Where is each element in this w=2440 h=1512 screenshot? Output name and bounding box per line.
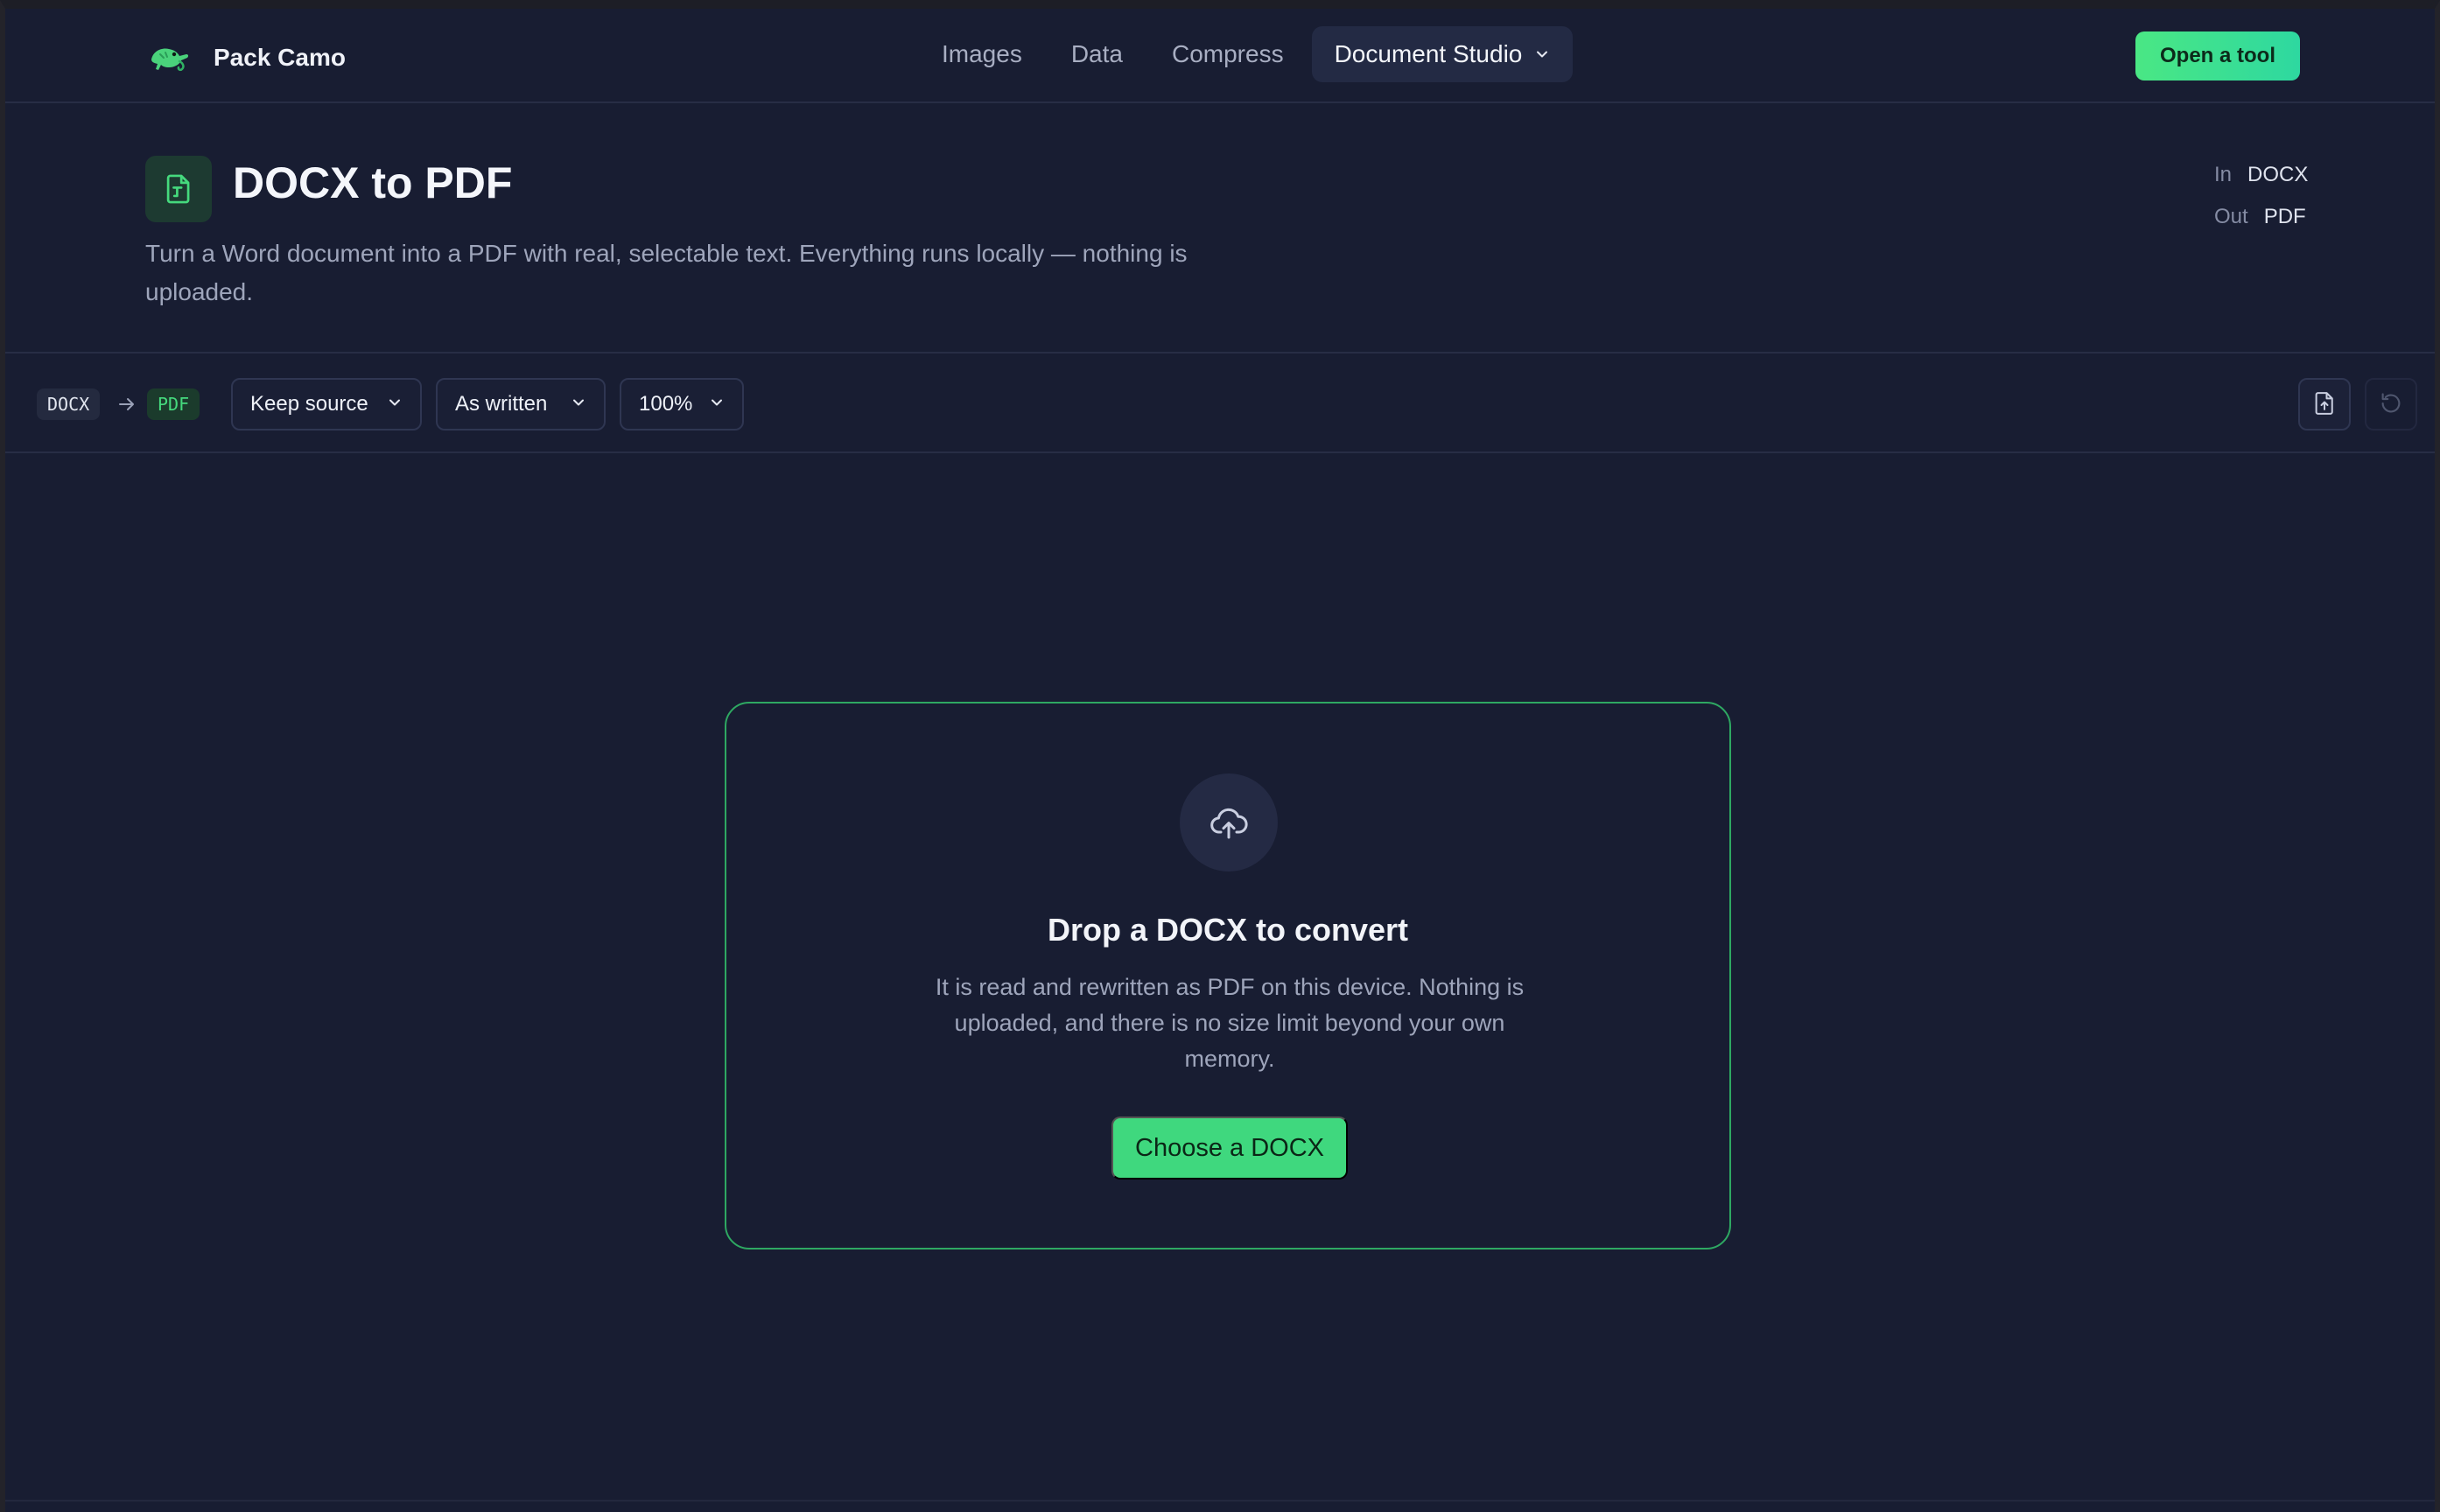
target-format-chip: PDF [147,388,200,420]
chevron-down-icon [387,392,403,416]
io-out-value: PDF [2263,205,2306,228]
nav-item-data[interactable]: Data [1047,26,1147,82]
nav-item-compress[interactable]: Compress [1147,26,1308,82]
layout-mode-select[interactable]: As written [436,378,606,430]
brand[interactable]: Pack Camo [145,33,346,82]
reset-icon [2378,390,2404,419]
export-button[interactable] [2298,378,2351,430]
source-format-chip: DOCX [37,388,101,420]
io-out-label: Out [2214,205,2248,228]
options-toolbar: DOCX PDF Keep source As written 100% [5,354,2435,453]
dropzone-title: Drop a DOCX to convert [1047,912,1409,948]
file-upload-icon [2311,390,2338,419]
page-title: DOCX to PDF [233,158,513,207]
nav-item-document-studio[interactable]: Document Studio [1311,26,1574,82]
io-formats: In DOCX Out PDF [2214,154,2308,238]
page-description: Turn a Word document into a PDF with rea… [145,240,1188,305]
chameleon-icon [145,33,194,82]
io-in-label: In [2214,163,2233,186]
choose-docx-button[interactable]: Choose a DOCX [1111,1116,1348,1180]
scale-select[interactable]: 100% [620,378,744,430]
chevron-down-icon [571,392,586,416]
main-nav: Images Data Compress Document Studio [917,26,1574,82]
io-in-row: In DOCX [2214,154,2308,196]
top-bar: Pack Camo Images Data Compress Document … [5,9,2435,103]
cloud-upload-icon [1180,774,1278,872]
layout-mode-value: As written [455,392,548,416]
app-window: Pack Camo Images Data Compress Document … [0,0,2440,1512]
open-a-tool-button[interactable]: Open a tool [2135,32,2300,80]
arrow-right-icon [117,392,137,416]
io-out-row: Out PDF [2214,196,2308,238]
chevron-down-icon [1534,40,1550,68]
file-convert-icon [145,156,212,222]
brand-name: Pack Camo [214,44,346,71]
scale-value: 100% [639,392,693,416]
nav-item-images[interactable]: Images [917,26,1047,82]
chevron-down-icon [709,392,725,416]
dropzone-description: It is read and rewritten as PDF on this … [935,974,1525,1072]
nav-item-document-studio-label: Document Studio [1334,40,1523,67]
font-source-value: Keep source [250,392,368,416]
tool-header: DOCX to PDF Turn a Word document into a … [5,103,2435,354]
footer-divider [5,1500,2435,1502]
io-in-value: DOCX [2247,163,2309,186]
font-source-select[interactable]: Keep source [231,378,422,430]
reset-button[interactable] [2365,378,2417,430]
file-dropzone[interactable]: Drop a DOCX to convert It is read and re… [725,702,1731,1250]
